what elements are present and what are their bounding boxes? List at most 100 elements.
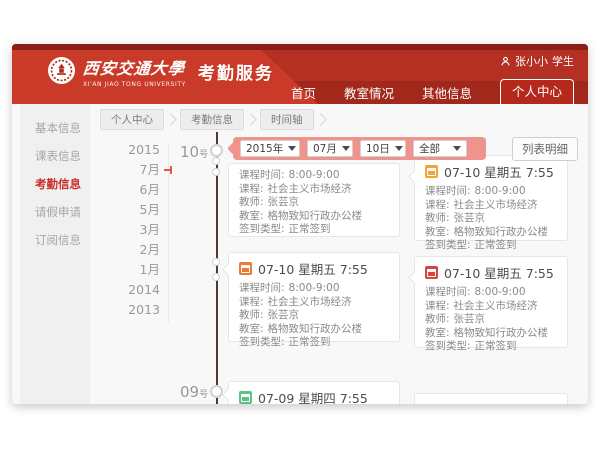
room-line: 教室:格物致知行政办公楼 (425, 327, 557, 341)
timeline-month-february[interactable]: 2月 (108, 240, 160, 260)
card-tail (408, 271, 421, 284)
card-header: 07-09 星期四 7:55 (239, 388, 389, 404)
calendar-status-icon (425, 165, 438, 178)
caret-down-icon (395, 146, 403, 151)
timeline-node (212, 258, 220, 266)
year-select[interactable]: 2015年 (240, 140, 300, 157)
card-header: 07-10 星期五 7:55 (425, 162, 557, 181)
university-name-cn: 西安交通大學 (82, 55, 187, 79)
main-nav: 首页 教室情况 其他信息 个人中心 (291, 81, 588, 104)
sidebar-item-basic-info[interactable]: 基本信息 (20, 114, 90, 142)
room-line: 教室:格物致知行政办公楼 (239, 210, 389, 224)
timeline-month-january[interactable]: 1月 (108, 260, 160, 280)
user-info[interactable]: 张小小 学生 (500, 53, 574, 69)
timeline-month-june[interactable]: 6月 (108, 180, 160, 200)
chevron-right-icon (244, 113, 257, 126)
university-name-en: XI'AN JIAO TONG UNIVERSITY (83, 81, 186, 88)
teacher-line: 教师:张芸京 (425, 313, 557, 327)
card-tail (222, 388, 235, 401)
teacher-line: 教师:张芸京 (239, 196, 389, 210)
app-header: 西安交通大學 XI'AN JIAO TONG UNIVERSITY 考勤服务 张… (12, 44, 588, 104)
card-header: 07-10 星期五 7:55 (239, 259, 389, 278)
calendar-status-icon (239, 262, 252, 275)
date-filter-bar: 2015年 07月 10日 全部 (233, 137, 486, 160)
course-line: 课程:社会主义市场经济 (239, 183, 389, 197)
sidebar: 基本信息 课表信息 考勤信息 请假申请 订阅信息 (20, 104, 90, 404)
type-select[interactable]: 全部 (413, 140, 467, 157)
university-logo-icon (48, 57, 75, 84)
breadcrumb-personal-center[interactable]: 个人中心 (100, 109, 164, 130)
day-select[interactable]: 10日 (360, 140, 406, 157)
course-line: 课程:社会主义市场经济 (239, 296, 389, 310)
course-time-line: 课程时间:8:00-9:00 (425, 185, 557, 199)
card-tail (408, 170, 421, 183)
sidebar-item-leave-request[interactable]: 请假申请 (20, 198, 90, 226)
chevron-right-icon (314, 113, 327, 126)
sign-type-line: 签到类型:正常签到 (239, 336, 389, 350)
nav-item-other-info[interactable]: 其他信息 (422, 83, 472, 102)
timeline-node (210, 144, 223, 157)
card-title: 07-10 星期五 7:55 (444, 162, 554, 181)
attendance-card: 07-09 星期四 7:55 课程时间:8:00-9:00 课程:社会主义市场经… (228, 381, 400, 404)
timeline-node (212, 273, 220, 281)
timeline-year-2014[interactable]: 2014 (108, 280, 160, 300)
calendar-status-icon (425, 266, 438, 279)
course-time-line: 课程时间:8:00-9:00 (239, 282, 389, 296)
sidebar-item-subscription[interactable]: 订阅信息 (20, 226, 90, 254)
attendance-card: 课程时间:8:00-9:00 课程:社会主义市场经济 教师:张芸京 教室:格物致… (228, 163, 400, 237)
course-line: 课程:社会主义市场经济 (425, 199, 557, 213)
timeline-year-2015[interactable]: 2015 (108, 140, 160, 160)
service-title: 考勤服务 (198, 59, 274, 84)
sidebar-item-timetable[interactable]: 课表信息 (20, 142, 90, 170)
attendance-card: 07-10 星期五 7:55 课程时间:8:00-9:00 课程:社会主义市场经… (414, 256, 568, 348)
timeline-node (210, 385, 223, 398)
user-icon (500, 56, 511, 67)
filter-bar-tail (227, 142, 240, 155)
timeline-node (212, 157, 220, 165)
timeline-year-2013[interactable]: 2013 (108, 300, 160, 320)
card-title: 07-10 星期五 7:55 (258, 259, 368, 278)
timeline-month-july[interactable]: 7月 (108, 160, 160, 180)
caret-down-icon (288, 146, 296, 151)
sign-type-line: 签到类型:正常签到 (425, 340, 557, 354)
university-name: 西安交通大學 XI'AN JIAO TONG UNIVERSITY (83, 55, 186, 88)
card-title: 07-10 星期五 7:55 (444, 263, 554, 282)
attendance-card (414, 393, 568, 404)
breadcrumb-timeline[interactable]: 时间轴 (260, 109, 314, 130)
user-name: 张小小 (515, 53, 548, 69)
course-time-line: 课程时间:8:00-9:00 (425, 286, 557, 300)
breadcrumb-attendance[interactable]: 考勤信息 (180, 109, 244, 130)
page-background: 西安交通大學 XI'AN JIAO TONG UNIVERSITY 考勤服务 张… (0, 0, 600, 450)
timeline-month-list: 2015 7月 6月 5月 3月 2月 1月 2014 2013 (108, 140, 160, 320)
nav-item-home[interactable]: 首页 (291, 83, 316, 102)
brand-area: 西安交通大學 XI'AN JIAO TONG UNIVERSITY 考勤服务 (48, 55, 274, 88)
room-line: 教室:格物致知行政办公楼 (425, 226, 557, 240)
header-top-strip (12, 44, 588, 50)
nav-item-classrooms[interactable]: 教室情况 (344, 83, 394, 102)
sign-type-line: 签到类型:正常签到 (239, 223, 389, 237)
caret-down-icon (342, 146, 350, 151)
sidebar-item-attendance[interactable]: 考勤信息 (20, 170, 90, 198)
timeline-month-may[interactable]: 5月 (108, 200, 160, 220)
list-detail-button[interactable]: 列表明细 (512, 137, 578, 161)
card-tail (222, 263, 235, 276)
attendance-card: 07-10 星期五 7:55 课程时间:8:00-9:00 课程:社会主义市场经… (228, 252, 400, 342)
sign-type-line: 签到类型:正常签到 (425, 239, 557, 253)
calendar-status-icon (239, 391, 252, 404)
breadcrumb: 个人中心 考勤信息 时间轴 (100, 110, 330, 128)
current-month-marker (164, 169, 171, 171)
card-header: 07-10 星期五 7:55 (425, 263, 557, 282)
course-time-line: 课程时间:8:00-9:00 (239, 169, 389, 183)
timeline-node (212, 168, 220, 176)
day-marker-10: 10号 (180, 142, 208, 161)
month-select[interactable]: 07月 (307, 140, 353, 157)
chevron-right-icon (164, 113, 177, 126)
user-role: 学生 (552, 53, 574, 69)
teacher-line: 教师:张芸京 (425, 212, 557, 226)
course-line: 课程:社会主义市场经济 (425, 300, 557, 314)
timeline-month-march[interactable]: 3月 (108, 220, 160, 240)
room-line: 教室:格物致知行政办公楼 (239, 323, 389, 337)
app-window: 西安交通大學 XI'AN JIAO TONG UNIVERSITY 考勤服务 张… (12, 44, 588, 404)
attendance-card: 07-10 星期五 7:55 课程时间:8:00-9:00 课程:社会主义市场经… (414, 155, 568, 241)
nav-tab-personal-center[interactable]: 个人中心 (500, 79, 574, 104)
